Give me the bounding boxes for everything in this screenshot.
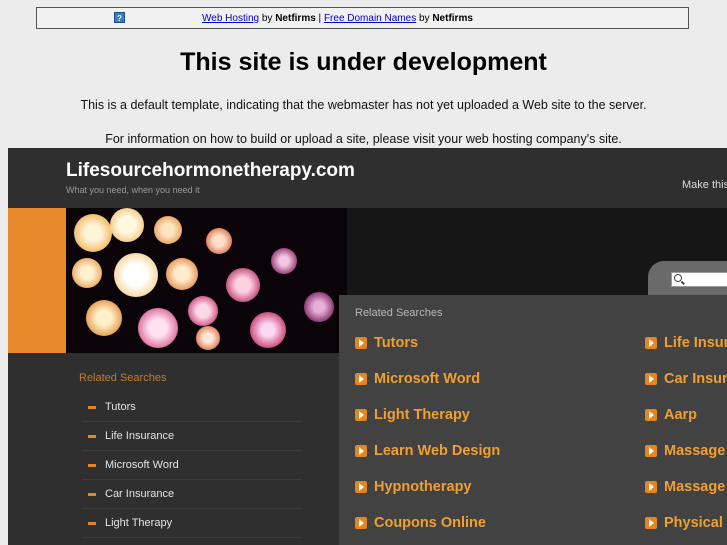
- dash-icon: [88, 434, 96, 438]
- related-link[interactable]: Tutors: [355, 335, 418, 351]
- banner-links: Web Hosting by Netfirms | Free Domain Na…: [202, 13, 473, 24]
- dash-icon: [88, 463, 96, 467]
- sidebar-heading: Related Searches: [79, 372, 167, 384]
- banner-brand: Netfirms: [275, 13, 316, 24]
- free-domain-link[interactable]: Free Domain Names: [324, 13, 416, 24]
- arrow-right-icon: [645, 481, 657, 493]
- related-link[interactable]: Massage: [645, 443, 725, 459]
- parked-domain-page: Lifesourcehormonetherapy.com What you ne…: [8, 148, 727, 545]
- arrow-right-icon: [355, 409, 367, 421]
- sidebar-link[interactable]: Light Therapy: [82, 509, 302, 538]
- banner-by-text: by: [259, 13, 276, 24]
- sidebar-link[interactable]: Car Insurance: [82, 480, 302, 509]
- dash-icon: [88, 521, 96, 525]
- make-homepage-link[interactable]: Make this: [682, 179, 727, 191]
- related-link[interactable]: Aarp: [645, 407, 697, 423]
- sidebar-link[interactable]: Microsoft Word: [82, 451, 302, 480]
- web-hosting-link[interactable]: Web Hosting: [202, 13, 259, 24]
- arrow-right-icon: [355, 373, 367, 385]
- arrow-right-icon: [355, 337, 367, 349]
- info-line-template: This is a default template, indicating t…: [80, 98, 647, 112]
- related-link[interactable]: Physical: [645, 515, 723, 531]
- arrow-right-icon: [645, 517, 657, 529]
- arrow-right-icon: [645, 409, 657, 421]
- related-link[interactable]: Microsoft Word: [355, 371, 480, 387]
- arrow-right-icon: [645, 373, 657, 385]
- help-icon[interactable]: ?: [114, 12, 125, 23]
- arrow-right-icon: [355, 517, 367, 529]
- dash-icon: [88, 405, 96, 409]
- bokeh-photo: [66, 208, 347, 353]
- page-title: This site is under development: [180, 48, 547, 76]
- arrow-right-icon: [355, 481, 367, 493]
- site-tagline: What you need, when you need it: [66, 185, 200, 195]
- arrow-right-icon: [645, 337, 657, 349]
- info-line-hosting: For information on how to build or uploa…: [105, 132, 622, 146]
- hosting-banner: ? Web Hosting by Netfirms | Free Domain …: [36, 7, 689, 29]
- arrow-right-icon: [645, 445, 657, 457]
- related-link[interactable]: Hypnotherapy: [355, 479, 472, 495]
- banner-brand: Netfirms: [432, 13, 473, 24]
- dash-icon: [88, 492, 96, 496]
- banner-separator: |: [315, 13, 324, 24]
- arrow-right-icon: [355, 445, 367, 457]
- banner-by-text: by: [416, 13, 433, 24]
- related-link[interactable]: Massage: [645, 479, 725, 495]
- related-link[interactable]: Learn Web Design: [355, 443, 500, 459]
- related-link[interactable]: Coupons Online: [355, 515, 486, 531]
- site-name[interactable]: Lifesourcehormonetherapy.com: [66, 160, 355, 182]
- search-icon[interactable]: [674, 274, 682, 282]
- sidebar-link[interactable]: Tutors: [82, 393, 302, 422]
- related-link[interactable]: Life Insurance: [645, 335, 727, 351]
- related-link[interactable]: Car Insurance: [645, 371, 727, 387]
- related-searches-heading: Related Searches: [355, 307, 443, 319]
- accent-block: [8, 208, 66, 353]
- search-input[interactable]: [671, 272, 727, 287]
- sidebar-link[interactable]: Life Insurance: [82, 422, 302, 451]
- related-link[interactable]: Light Therapy: [355, 407, 470, 423]
